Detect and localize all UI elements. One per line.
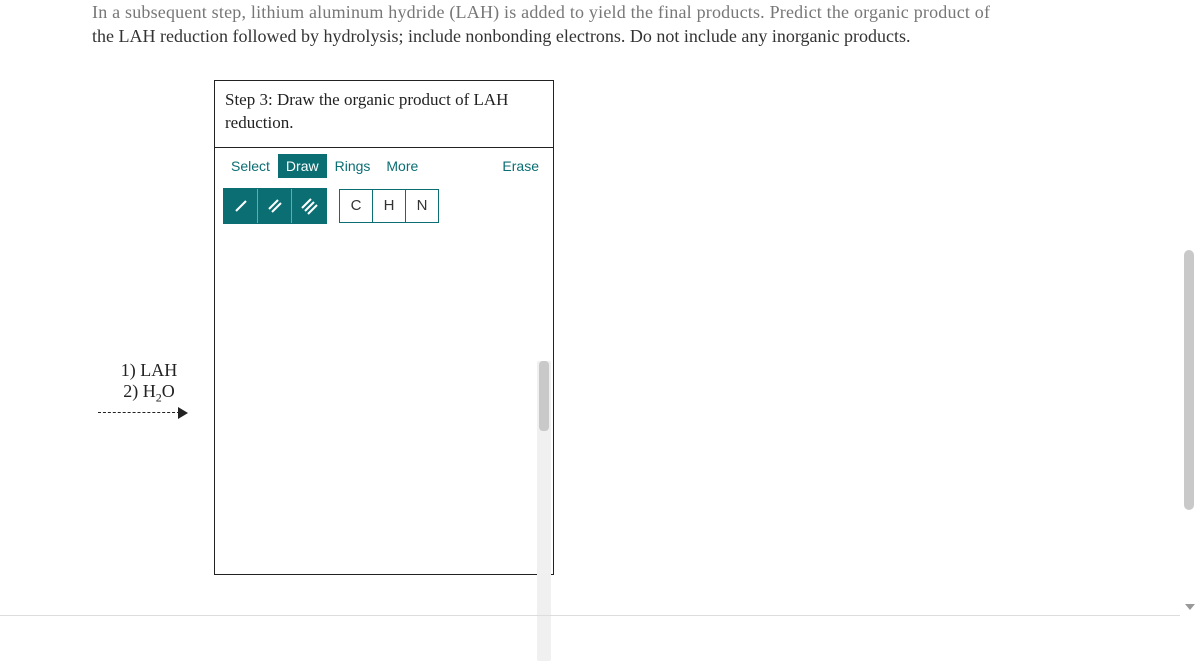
triple-bond-button[interactable] bbox=[292, 189, 326, 223]
double-bond-button[interactable] bbox=[258, 189, 292, 223]
question-line-2: the LAH reduction followed by hydrolysis… bbox=[92, 26, 911, 46]
reagent-line-2: 2) H2O bbox=[94, 381, 204, 406]
structure-draw-panel: Step 3: Draw the organic product of LAH … bbox=[214, 80, 554, 575]
page-scrollbar[interactable] bbox=[1182, 250, 1196, 580]
atom-n-button[interactable]: N bbox=[405, 189, 439, 223]
step-title: Step 3: Draw the organic product of LAH … bbox=[215, 81, 553, 148]
single-bond-button[interactable] bbox=[224, 189, 258, 223]
double-bond-icon bbox=[266, 197, 284, 215]
reagent-line-1: 1) LAH bbox=[94, 360, 204, 381]
tool-row: C H N bbox=[215, 180, 553, 232]
atom-group: C H N bbox=[339, 189, 439, 223]
atom-c-button[interactable]: C bbox=[339, 189, 373, 223]
question-line-1: In a subsequent step, lithium aluminum h… bbox=[92, 2, 990, 22]
panel-scroll-thumb[interactable] bbox=[539, 361, 549, 431]
panel-bottom-border bbox=[0, 615, 1180, 616]
bond-group bbox=[223, 188, 327, 224]
panel-scrollbar[interactable] bbox=[537, 361, 551, 661]
atom-h-button[interactable]: H bbox=[372, 189, 406, 223]
reaction-arrow-icon bbox=[98, 406, 188, 420]
single-bond-icon bbox=[232, 197, 250, 215]
tab-draw[interactable]: Draw bbox=[278, 154, 327, 178]
erase-button[interactable]: Erase bbox=[496, 154, 545, 178]
page-scroll-thumb[interactable] bbox=[1184, 250, 1194, 510]
draw-toolbar: Select Draw Rings More Erase bbox=[215, 148, 553, 180]
tab-rings[interactable]: Rings bbox=[327, 154, 379, 178]
reagent-conditions: 1) LAH 2) H2O bbox=[94, 360, 204, 406]
question-text: In a subsequent step, lithium aluminum h… bbox=[92, 0, 1190, 49]
scroll-down-icon[interactable] bbox=[1185, 604, 1195, 610]
tab-select[interactable]: Select bbox=[223, 154, 278, 178]
triple-bond-icon bbox=[300, 197, 318, 215]
tab-more[interactable]: More bbox=[378, 154, 426, 178]
